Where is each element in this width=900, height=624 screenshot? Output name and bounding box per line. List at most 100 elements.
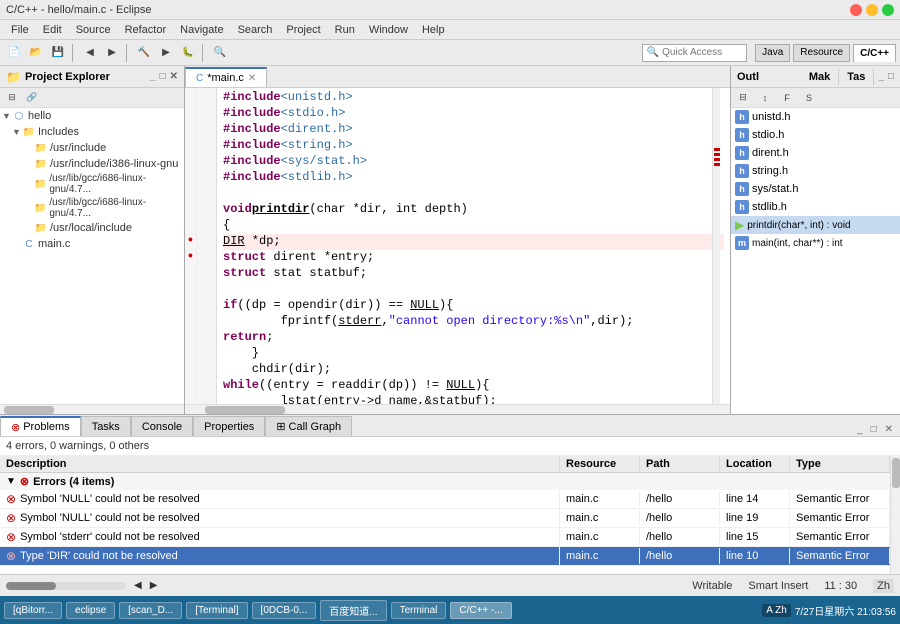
menu-edit[interactable]: Edit [36,22,69,38]
outline-hide-static[interactable]: S [799,88,819,108]
outline-printdir[interactable]: ▶ printdir(char*, int) : void [731,216,900,234]
outline-sysstat[interactable]: h sys/stat.h [731,180,900,198]
outline-stdio[interactable]: h stdio.h [731,126,900,144]
editor-scrollbar-h[interactable] [185,404,730,414]
menu-help[interactable]: Help [415,22,452,38]
outline-main[interactable]: m main(int, char**) : int [731,234,900,252]
toolbar-search-btn[interactable]: 🔍 [210,43,230,63]
usr-include-label: /usr/include [50,142,106,154]
outline-unistd[interactable]: h unistd.h [731,108,900,126]
tree-local-include[interactable]: 📁 /usr/local/include [0,220,184,236]
folder-icon-5: 📁 [34,221,48,235]
error-group-header[interactable]: ▼ ⊗ Errors (4 items) [0,473,890,490]
outline-sort[interactable]: ↕ [755,88,775,108]
outline-string[interactable]: h string.h [731,162,900,180]
tree-includes[interactable]: ▼ 📁 Includes [0,124,184,140]
menu-file[interactable]: File [4,22,36,38]
perspective-resource[interactable]: Resource [793,44,850,62]
toolbar-save[interactable]: 💾 [48,43,68,63]
error-tick-4 [714,163,720,166]
outline-tab-tas[interactable]: Tas [839,69,874,85]
taskbar-cpp-eclipse[interactable]: C/C++ -... [450,602,511,619]
outline-stdlib[interactable]: h stdlib.h [731,198,900,216]
toolbar-forward[interactable]: ▶ [102,43,122,63]
menu-project[interactable]: Project [279,22,327,38]
prob-desc-1: ⊗ Symbol 'NULL' could not be resolved [0,490,560,508]
editor-content[interactable]: ● ● [185,88,730,404]
status-bar: ◀ ▶ Writable Smart Insert 11 : 30 Zh [0,574,900,596]
toolbar-new[interactable]: 📄 [4,43,24,63]
tree-gcc-2[interactable]: 📁 /usr/lib/gcc/i686-linux-gnu/4.7... [0,196,184,220]
outline-collapse[interactable]: ⊟ [733,88,753,108]
editor-area: C *main.c ✕ ● ● [185,66,730,414]
perspective-cpp[interactable]: C/C++ [853,44,896,62]
menu-window[interactable]: Window [362,22,415,38]
project-scrollbar-thumb [4,406,54,414]
outline-dirent[interactable]: h dirent.h [731,144,900,162]
problems-col-type: Type [790,456,890,472]
outline-tab-mak[interactable]: Mak [801,69,839,85]
gcc-1-label: /usr/lib/gcc/i686-linux-gnu/4.7... [49,173,184,195]
toolbar-run[interactable]: ▶ [156,43,176,63]
menu-navigate[interactable]: Navigate [173,22,230,38]
scroll-right-btn[interactable]: ▶ [150,580,158,591]
link-with-editor-btn[interactable]: 🔗 [22,88,42,108]
toolbar-build[interactable]: 🔨 [134,43,154,63]
tree-usr-include-i386[interactable]: 📁 /usr/include/i386-linux-gnu [0,156,184,172]
problems-tab-console[interactable]: Console [131,416,193,436]
toolbar-separator-1 [72,44,76,62]
taskbar-scan[interactable]: [scan_D... [119,602,182,619]
close-button[interactable] [850,4,862,16]
taskbar-terminal-2[interactable]: Terminal [391,602,447,619]
taskbar-baidu[interactable]: 百度知道... [320,600,386,621]
project-explorer-maximize[interactable]: □ [160,71,166,82]
problem-row-1[interactable]: ⊗ Symbol 'NULL' could not be resolved ma… [0,490,890,509]
problems-tab-properties[interactable]: Properties [193,416,265,436]
taskbar-terminal-1[interactable]: [Terminal] [186,602,247,619]
minimize-button[interactable] [866,4,878,16]
problem-row-4[interactable]: ⊗ Type 'DIR' could not be resolved main.… [0,547,890,566]
quick-access-input[interactable] [662,47,742,58]
problems-tab-problems[interactable]: ⊗ Problems [0,416,81,436]
menu-source[interactable]: Source [69,22,118,38]
tree-gcc-1[interactable]: 📁 /usr/lib/gcc/i686-linux-gnu/4.7... [0,172,184,196]
editor-tab-main-c[interactable]: C *main.c ✕ [185,67,267,87]
project-explorer-minimize[interactable]: _ [150,71,156,82]
problems-tab-call-graph[interactable]: ⊞ Call Graph [265,416,352,436]
taskbar-0dcb[interactable]: [0DCB-0... [252,602,317,619]
outline-minimize[interactable]: _ [878,71,884,82]
outline-maximize[interactable]: □ [888,71,894,82]
tree-main-c[interactable]: C main.c [0,236,184,252]
taskbar-eclipse[interactable]: eclipse [66,602,115,619]
tree-usr-include[interactable]: 📁 /usr/include [0,140,184,156]
scroll-left-btn[interactable]: ◀ [134,580,142,591]
problems-minimize[interactable]: _ [854,423,866,436]
project-scrollbar-h[interactable] [0,404,184,414]
outline-hide-fields[interactable]: F [777,88,797,108]
code-line-13 [223,282,724,298]
menu-search[interactable]: Search [231,22,280,38]
problems-tab-tasks[interactable]: Tasks [81,416,131,436]
toolbar-debug[interactable]: 🐛 [178,43,198,63]
taskbar-qbittorrent[interactable]: [qBitorr... [4,602,62,619]
problems-scrollbar[interactable] [890,456,900,574]
project-explorer-close[interactable]: ✕ [170,71,178,82]
error-icon-4: ⊗ [6,549,16,563]
problems-col-description: Description [0,456,560,472]
code-text[interactable]: #include <unistd.h> #include <stdio.h> #… [217,88,730,404]
problem-row-3[interactable]: ⊗ Symbol 'stderr' could not be resolved … [0,528,890,547]
toolbar-back[interactable]: ◀ [80,43,100,63]
problem-row-2[interactable]: ⊗ Symbol 'NULL' could not be resolved ma… [0,509,890,528]
collapse-all-btn[interactable]: ⊟ [2,88,22,108]
tree-hello-project[interactable]: ▼ ⬡ hello [0,108,184,124]
outline-tabs: Mak Tas [801,69,875,85]
problems-close[interactable]: ✕ [882,423,896,436]
maximize-button[interactable] [882,4,894,16]
menu-run[interactable]: Run [328,22,362,38]
perspective-java[interactable]: Java [755,44,790,62]
problems-maximize[interactable]: □ [868,423,880,436]
menu-refactor[interactable]: Refactor [118,22,174,38]
toolbar-open[interactable]: 📂 [26,43,46,63]
status-scrollbar[interactable] [6,582,126,590]
editor-tab-close[interactable]: ✕ [248,73,256,84]
